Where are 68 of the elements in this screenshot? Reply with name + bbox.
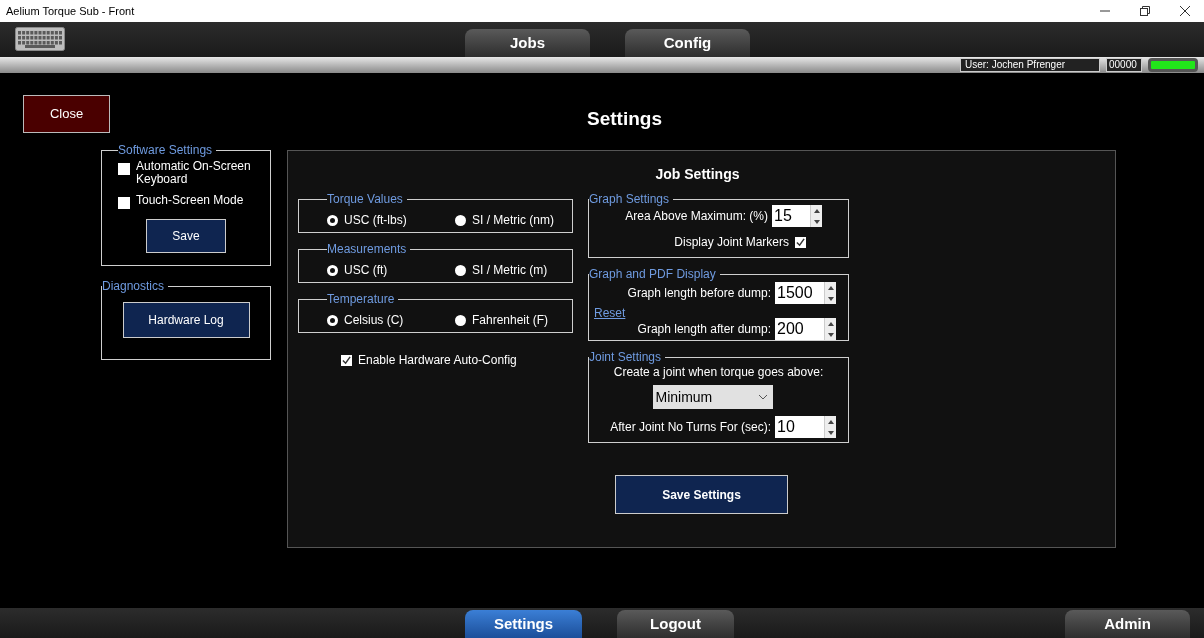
field-label: Graph length before dump: xyxy=(627,285,771,302)
nav-tab[interactable]: Jobs xyxy=(465,29,590,57)
panel-title: Job Settings xyxy=(655,165,740,184)
window-title: Aelium Torque Sub - Front xyxy=(6,3,135,19)
close-icon[interactable] xyxy=(1180,6,1190,16)
radio-label: USC (ft) xyxy=(344,262,388,279)
radio-button[interactable] xyxy=(455,314,466,326)
number-spinner[interactable]: 15 xyxy=(772,205,822,227)
field-label: Area Above Maximum: (%) xyxy=(625,208,768,225)
radio-label: USC (ft-lbs) xyxy=(344,212,407,229)
number-value: 15 xyxy=(773,206,793,226)
radio-button[interactable] xyxy=(327,264,338,276)
group-title: Graph Settings xyxy=(589,193,671,205)
radio-label: SI / Metric (m) xyxy=(472,262,548,279)
radio-label: SI / Metric (nm) xyxy=(472,212,554,229)
radio-label: Fahrenheit (F) xyxy=(472,312,549,329)
group-title: Graph and PDF Display xyxy=(589,268,717,280)
spinner-arrows-icon[interactable] xyxy=(824,282,836,304)
hardware-log-button[interactable]: Hardware Log xyxy=(122,302,250,338)
checkbox[interactable] xyxy=(118,163,130,175)
counter-field: 00000 xyxy=(1106,58,1142,72)
radio-button[interactable] xyxy=(327,214,338,226)
checkmark-icon xyxy=(796,237,805,247)
trigger-dropdown[interactable]: Minimum xyxy=(652,385,773,409)
user-field: User: Jochen Pfrenger xyxy=(960,58,1100,72)
checkbox[interactable] xyxy=(118,197,130,209)
option-label: Automatic On-Screen Keyboard xyxy=(136,160,252,186)
keyboard-icon[interactable] xyxy=(15,27,65,51)
reset-link[interactable]: Reset xyxy=(594,304,626,322)
radio-button[interactable] xyxy=(455,264,466,276)
nav-tab[interactable]: Logout xyxy=(617,610,734,638)
checkbox[interactable] xyxy=(341,354,352,366)
field-label: Graph length after dump: xyxy=(637,321,771,338)
nav-tab[interactable]: Admin xyxy=(1065,610,1190,638)
field-label: Create a joint when torque goes above: xyxy=(613,364,824,381)
group-title: Diagnostics xyxy=(102,280,166,292)
number-spinner[interactable]: 1500 xyxy=(775,282,836,304)
group-title: Software Settings xyxy=(118,144,214,156)
number-value: 1500 xyxy=(776,283,814,303)
save-settings-button[interactable]: Save Settings xyxy=(615,475,788,514)
checkmark-icon xyxy=(342,355,351,365)
option-label: Enable Hardware Auto-Config xyxy=(358,352,517,369)
group-title: Temperature xyxy=(327,293,396,305)
save-button[interactable]: Save xyxy=(146,219,226,253)
number-spinner[interactable]: 200 xyxy=(775,318,836,340)
restore-icon[interactable] xyxy=(1140,6,1150,16)
page-title: Settings xyxy=(587,107,662,131)
spinner-arrows-icon[interactable] xyxy=(824,318,836,340)
radio-label: Celsius (C) xyxy=(344,312,404,329)
radio-button[interactable] xyxy=(455,214,466,226)
option-label: Touch-Screen Mode xyxy=(136,194,244,207)
group-title: Torque Values xyxy=(327,193,404,205)
group-title: Joint Settings xyxy=(589,351,663,363)
close-button[interactable]: Close xyxy=(23,95,110,133)
number-spinner[interactable]: 10 xyxy=(775,416,836,438)
field-label: Display Joint Markers xyxy=(674,234,789,251)
field-label: After Joint No Turns For (sec): xyxy=(610,419,771,436)
spinner-arrows-icon[interactable] xyxy=(824,416,836,438)
number-value: 10 xyxy=(776,417,796,437)
spinner-arrows-icon[interactable] xyxy=(810,205,822,227)
group-title: Measurements xyxy=(327,243,408,255)
dropdown-value: Minimum xyxy=(655,387,713,407)
chevron-down-icon xyxy=(758,394,767,400)
nav-tab[interactable]: Config xyxy=(625,29,750,57)
checkbox[interactable] xyxy=(795,236,806,248)
number-value: 200 xyxy=(776,319,805,339)
nav-tab[interactable]: Settings xyxy=(465,610,582,638)
radio-button[interactable] xyxy=(327,314,338,326)
